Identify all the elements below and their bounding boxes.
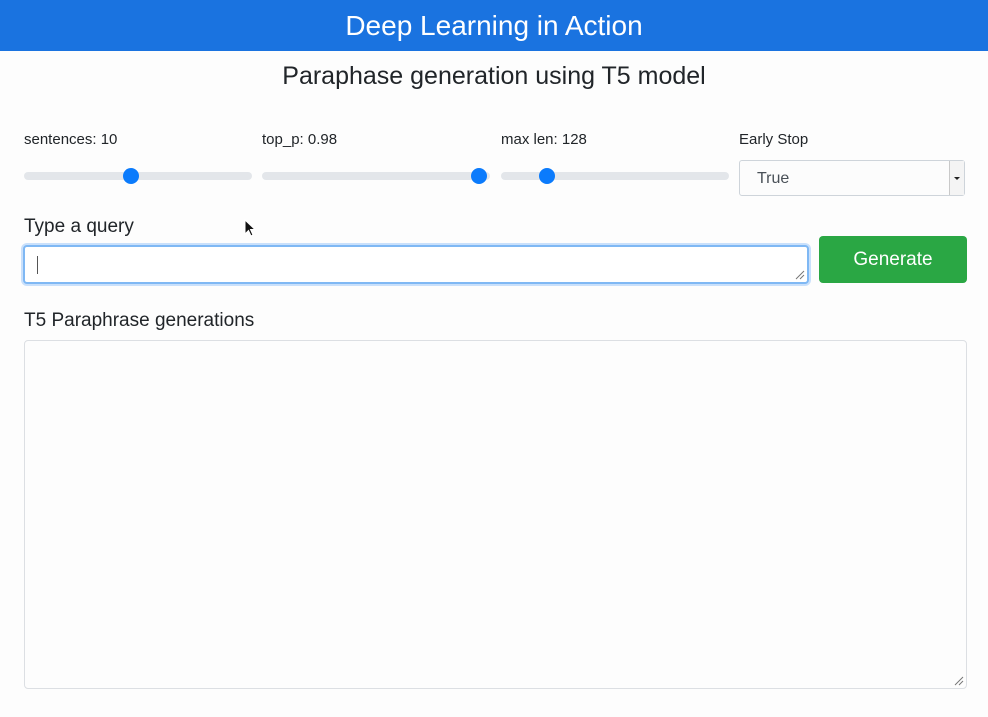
max-len-slider-thumb[interactable] [538,168,555,184]
sentences-slider-thumb[interactable] [123,168,140,184]
app-header: Deep Learning in Action [0,0,988,51]
resize-grip-icon[interactable] [952,674,964,686]
early-stop-label: Early Stop [739,131,809,148]
early-stop-selected-value: True [757,170,790,187]
sentences-slider[interactable] [24,168,252,184]
max-len-slider[interactable] [501,168,729,184]
app-title: Deep Learning in Action [345,9,643,41]
generate-button-label: Generate [853,248,933,270]
resize-grip-icon[interactable] [793,268,805,280]
sentences-label: sentences: 10 [24,131,118,148]
top-p-slider[interactable] [262,168,490,184]
top-p-slider-thumb[interactable] [470,168,487,184]
output-label: T5 Paraphrase generations [24,310,255,331]
query-label: Type a query [24,216,134,237]
chevron-down-icon[interactable] [949,161,964,195]
text-caret [37,256,38,274]
mouse-pointer-icon [244,219,257,237]
output-textarea[interactable] [24,340,967,689]
top-p-label: top_p: 0.98 [262,131,338,148]
early-stop-select[interactable]: True [739,160,965,196]
max-len-label: max len: 128 [501,131,587,148]
query-input[interactable] [23,245,809,284]
page-title: Paraphase generation using T5 model [282,62,706,90]
generate-button[interactable]: Generate [819,236,967,283]
